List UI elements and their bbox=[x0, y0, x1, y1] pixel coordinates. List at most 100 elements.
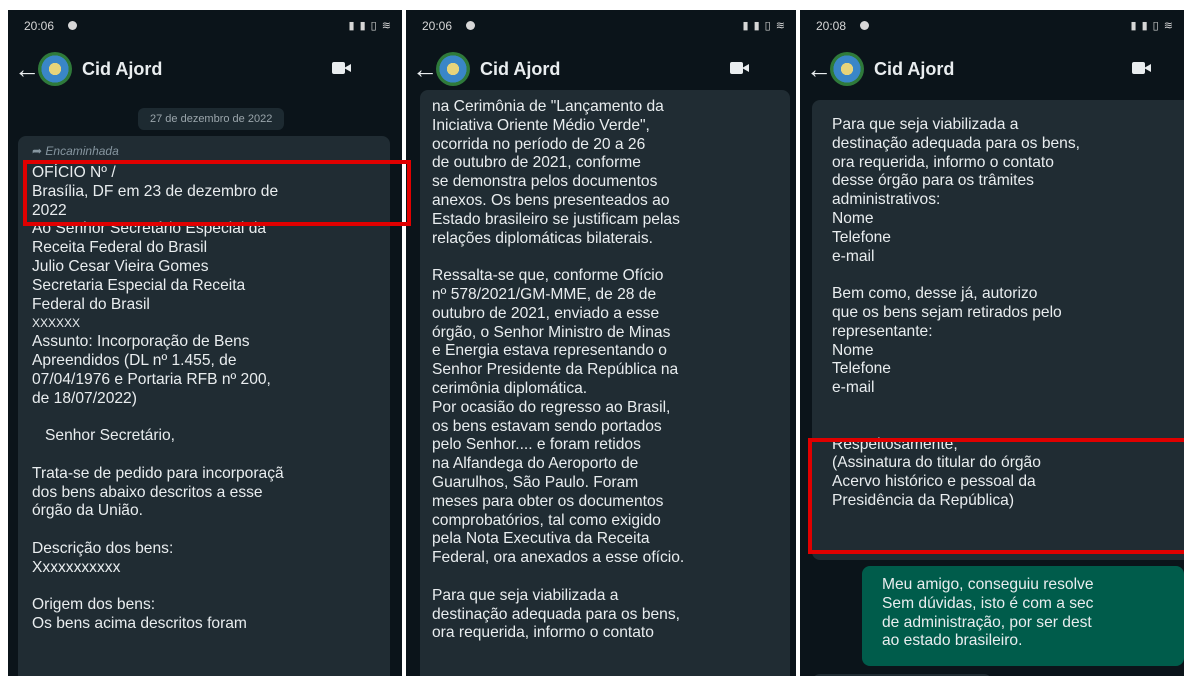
message-line: Por ocasião do regresso ao Brasil, bbox=[432, 398, 671, 416]
message-line: outubro de 2021, enviado a esse bbox=[432, 304, 660, 322]
message-line: relações diplomáticas bilaterais. bbox=[432, 229, 654, 247]
message-line bbox=[32, 446, 390, 465]
forwarded-label: ➦ Encaminhada bbox=[32, 144, 119, 158]
message-link[interactable]: 2022 bbox=[32, 202, 390, 221]
back-arrow-icon[interactable]: ← bbox=[412, 56, 438, 82]
message-line: Presidência da República) bbox=[832, 491, 1015, 509]
back-arrow-icon[interactable]: ← bbox=[14, 56, 40, 82]
message-line: dos bens abaixo descritos a esse bbox=[32, 483, 263, 501]
message-line bbox=[832, 398, 1184, 417]
message-line: pela Nota Executiva da Receita bbox=[432, 530, 650, 548]
message-line: meses para obter os documentos bbox=[432, 492, 664, 510]
message-line: Trata-se de pedido para incorporaçã bbox=[32, 464, 284, 482]
message-line: Telefone bbox=[832, 228, 891, 246]
message-line bbox=[32, 521, 390, 540]
message-line: nº 578/2021/GM-MME, de 28 de bbox=[432, 285, 657, 303]
message-line: Respeitosamente, bbox=[832, 435, 958, 453]
message-line: Federal do Brasil bbox=[32, 295, 150, 313]
status-time: 20:08 bbox=[816, 19, 847, 33]
back-arrow-icon[interactable]: ← bbox=[806, 56, 832, 82]
message-line bbox=[432, 248, 790, 267]
message-line: Assunto: Incorporação de Bens bbox=[32, 333, 250, 351]
message-text: OFÍCIO Nº / Brasília, DF em 23 de dezemb… bbox=[32, 164, 390, 634]
message-line: ocorrida no período de 20 a 26 bbox=[432, 135, 646, 153]
message-line: OFÍCIO Nº / bbox=[32, 164, 116, 181]
system-icons: ▮ ▮ ▯ ≋ bbox=[1130, 20, 1174, 32]
message-line: 07/04/1976 e Portaria RFB nº 200, bbox=[32, 370, 271, 388]
message-line: Para que seja viabilizada a bbox=[832, 116, 1019, 133]
contact-name[interactable]: Cid Ajord bbox=[480, 59, 560, 80]
message-line: anexos. Os bens presenteados ao bbox=[432, 191, 670, 209]
reply-text: Meu amigo, conseguiu resolve Sem dúvidas… bbox=[882, 576, 1184, 651]
message-line: pelo Senhor.... e foram retidos bbox=[432, 436, 641, 454]
message-line bbox=[432, 568, 790, 587]
message-line bbox=[32, 408, 390, 427]
message-line: (Assinatura do titular do órgão bbox=[832, 454, 1041, 472]
message-line: Descrição dos bens: bbox=[32, 539, 174, 557]
message-line: e-mail bbox=[832, 379, 875, 397]
message-line: Federal, ora anexados a esse ofício. bbox=[432, 549, 685, 567]
message-line: de outubro de 2021, conforme bbox=[432, 154, 641, 172]
message-line: Bem como, desse já, autorizo bbox=[832, 285, 1038, 303]
message-line: Ao Senhor Secretário Especial da bbox=[32, 220, 267, 238]
message-line: Acervo histórico e pessoal da bbox=[832, 473, 1036, 491]
message-line: Guarulhos, São Paulo. Foram bbox=[432, 473, 639, 491]
message-line: que os bens sejam retirados pelo bbox=[832, 303, 1062, 321]
message-line: Julio Cesar Vieira Gomes bbox=[32, 257, 209, 275]
system-icons: ▮ ▮ ▯ ≋ bbox=[742, 20, 786, 32]
message-line: ora requerida, informo o contato bbox=[432, 624, 654, 642]
message-line: destinação adequada para os bens, bbox=[832, 134, 1080, 152]
message-line: Senhor Presidente da República na bbox=[432, 361, 679, 379]
avatar[interactable] bbox=[436, 52, 470, 86]
message-line: e Energia estava representando o bbox=[432, 342, 667, 360]
contact-name[interactable]: Cid Ajord bbox=[874, 59, 954, 80]
message-line: Iniciativa Oriente Médio Verde", bbox=[432, 116, 650, 134]
chat-screenshot-1: 20:06 ▮ ▮ ▯ ≋ ← Cid Ajord 27 de dezembro… bbox=[8, 10, 402, 676]
status-time: 20:06 bbox=[422, 19, 453, 33]
system-icons: ▮ ▮ ▯ ≋ bbox=[348, 20, 392, 32]
message-line: e-mail bbox=[832, 247, 875, 265]
message-bubble[interactable]: Para que seja viabilizada a destinação a… bbox=[812, 100, 1184, 560]
message-line: na Cerimônia de "Lançamento da bbox=[432, 98, 664, 115]
message-line: Os bens acima descritos foram bbox=[32, 615, 247, 633]
chat-screenshot-2: 20:06 ▮ ▮ ▯ ≋ ← Cid Ajord na Cerimônia d… bbox=[406, 10, 796, 676]
message-line: Telefone bbox=[832, 360, 891, 378]
notification-icon bbox=[68, 21, 77, 30]
message-line: administrativos: bbox=[832, 191, 941, 209]
message-line: cerimônia diplomática. bbox=[432, 379, 588, 397]
message-line: Estado brasileiro se justificam pelas bbox=[432, 210, 680, 228]
avatar[interactable] bbox=[38, 52, 72, 86]
forwarded-message-bubble[interactable]: ➦ Encaminhada OFÍCIO Nº / Brasília, DF e… bbox=[18, 136, 390, 676]
message-line: ora requerida, informo o contato bbox=[832, 153, 1054, 171]
date-chip: 27 de dezembro de 2022 bbox=[138, 108, 285, 130]
message-line: destinação adequada para os bens, bbox=[432, 605, 680, 623]
message-line: Origem dos bens: bbox=[32, 596, 156, 614]
message-line: de administração, por ser dest bbox=[882, 613, 1092, 631]
message-line: Apreendidos (DL nº 1.455, de bbox=[32, 351, 237, 369]
chat-screenshot-3: 20:08 ▮ ▮ ▯ ≋ ← Cid Ajord Para que seja … bbox=[800, 10, 1184, 676]
message-bubble[interactable]: na Cerimônia de "Lançamento da Iniciativ… bbox=[420, 90, 790, 676]
status-time: 20:06 bbox=[24, 19, 55, 33]
status-bar: 20:06 ▮ ▮ ▯ ≋ bbox=[406, 10, 796, 42]
message-line: Ressalta-se que, conforme Ofício bbox=[432, 267, 664, 285]
message-line bbox=[832, 266, 1184, 285]
video-call-icon[interactable] bbox=[730, 61, 750, 75]
status-bar: 20:08 ▮ ▮ ▯ ≋ bbox=[800, 10, 1184, 42]
message-line: Meu amigo, conseguiu resolve bbox=[882, 576, 1094, 593]
reply-message-bubble[interactable]: Meu amigo, conseguiu resolve Sem dúvidas… bbox=[862, 566, 1184, 666]
message-line: Senhor Secretário, bbox=[32, 427, 176, 445]
message-line: Nome bbox=[832, 341, 874, 359]
contact-name[interactable]: Cid Ajord bbox=[82, 59, 162, 80]
message-line bbox=[832, 417, 1184, 436]
message-text: Para que seja viabilizada a destinação a… bbox=[832, 116, 1184, 511]
message-line: os bens estavam sendo portados bbox=[432, 417, 662, 435]
chat-header: ← Cid Ajord bbox=[8, 42, 402, 96]
status-bar: 20:06 ▮ ▮ ▯ ≋ bbox=[8, 10, 402, 42]
video-call-icon[interactable] bbox=[332, 61, 352, 75]
chat-header: ← Cid Ajord bbox=[406, 42, 796, 96]
notification-icon bbox=[860, 21, 869, 30]
message-line: de 18/07/2022) bbox=[32, 389, 137, 407]
message-line: Receita Federal do Brasil bbox=[32, 239, 208, 257]
video-call-icon[interactable] bbox=[1132, 61, 1152, 75]
avatar[interactable] bbox=[830, 52, 864, 86]
